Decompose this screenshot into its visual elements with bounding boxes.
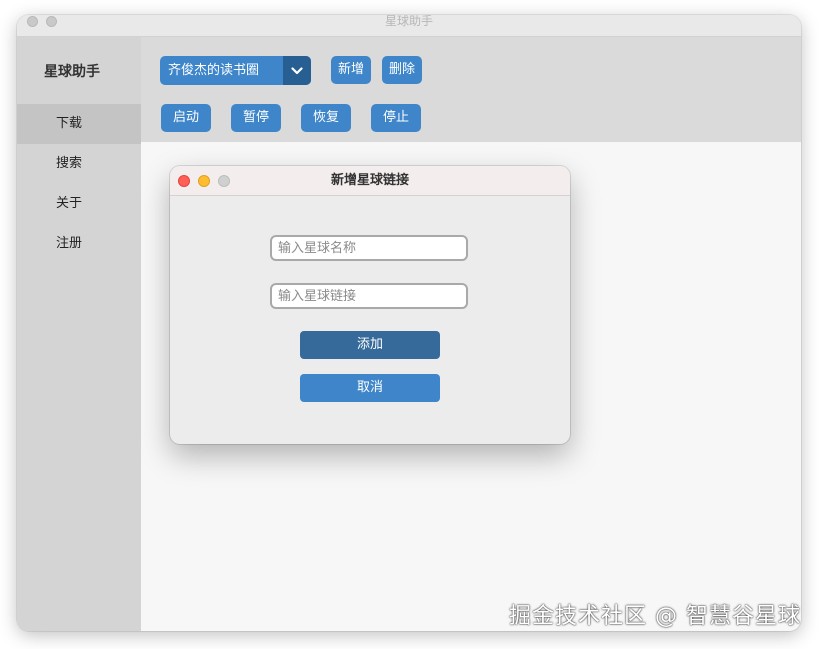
- window-title: 星球助手: [384, 15, 433, 28]
- window-titlebar: 星球助手: [17, 15, 801, 37]
- planet-name-input[interactable]: [270, 235, 468, 261]
- watermark: 掘金技术社区 @ 智慧谷星球: [509, 604, 801, 629]
- chevron-down-icon[interactable]: [283, 56, 311, 85]
- delete-button[interactable]: 删除: [382, 56, 422, 84]
- planet-select[interactable]: 齐俊杰的读书圈: [160, 56, 311, 85]
- add-confirm-button[interactable]: 添加: [300, 331, 440, 359]
- toolbar: 齐俊杰的读书圈 新增 删除 启动 暂停 恢复 停止: [141, 37, 801, 142]
- add-button[interactable]: 新增: [331, 56, 371, 84]
- add-planet-dialog: 新增星球链接 添加 取消: [170, 166, 570, 444]
- dialog-title: 新增星球链接: [330, 173, 409, 188]
- sidebar-item-search[interactable]: 搜索: [17, 144, 121, 184]
- pause-button[interactable]: 暂停: [231, 104, 281, 132]
- sidebar-item-register[interactable]: 注册: [17, 224, 121, 264]
- planet-link-input[interactable]: [270, 283, 468, 309]
- dialog-titlebar: 新增星球链接: [170, 166, 570, 196]
- stop-button[interactable]: 停止: [371, 104, 421, 132]
- sidebar: 星球助手 下载 搜索 关于 注册: [17, 37, 141, 631]
- planet-select-value: 齐俊杰的读书圈: [168, 63, 260, 78]
- app-name: 星球助手: [44, 64, 100, 80]
- sidebar-item-about[interactable]: 关于: [17, 184, 121, 224]
- sidebar-item-download[interactable]: 下载: [17, 104, 141, 144]
- resume-button[interactable]: 恢复: [301, 104, 351, 132]
- start-button[interactable]: 启动: [161, 104, 211, 132]
- cancel-button[interactable]: 取消: [300, 374, 440, 402]
